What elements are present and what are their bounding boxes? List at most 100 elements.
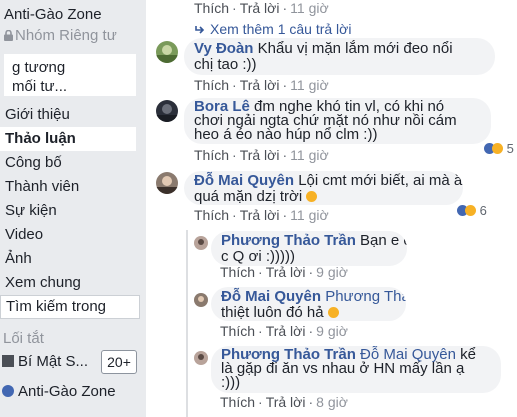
comment-text: quá mặn dzị trời bbox=[194, 188, 303, 205]
comment-bubble: Đỗ Mai Quyên Lội cmt mới biết, ai mà ăn … bbox=[184, 171, 463, 205]
view-more-replies-label: Xem thêm 1 câu trả lời bbox=[210, 21, 352, 37]
comment-actions: Thích · Trả lời · 9 giờ bbox=[220, 264, 348, 280]
tagged-user-link[interactable]: Phương Thảo Trần bbox=[325, 288, 406, 305]
reply-link[interactable]: Trả lời bbox=[240, 77, 280, 93]
nav-watch-party[interactable]: Xem chung bbox=[0, 271, 146, 295]
reply-bubble: Phương Thảo Trần Đỗ Mai Quyên kể là gặp … bbox=[211, 346, 501, 393]
comment-time[interactable]: 8 giờ bbox=[316, 394, 348, 410]
view-more-replies-link[interactable]: Xem thêm 1 câu trả lời bbox=[194, 21, 351, 37]
nav-discussion[interactable]: Thảo luận bbox=[0, 127, 136, 151]
comment-text: là gặp đi ăn vs nhau ở HN mấy lần ạ bbox=[221, 360, 465, 377]
haha-reaction-icon bbox=[465, 205, 476, 216]
reply-link[interactable]: Trả lời bbox=[266, 394, 306, 410]
like-link[interactable]: Thích bbox=[194, 207, 229, 223]
comment-actions: Thích · Trả lời · 9 giờ bbox=[220, 323, 348, 339]
haha-reaction-icon bbox=[492, 143, 503, 154]
reaction-summary[interactable]: 5 bbox=[484, 141, 514, 156]
group-privacy: Nhóm Riêng tư bbox=[4, 27, 117, 44]
comment-time[interactable]: 9 giờ bbox=[316, 264, 348, 280]
nav-members[interactable]: Thành viên bbox=[0, 175, 146, 199]
laughing-emoji-icon bbox=[327, 307, 339, 318]
like-link[interactable]: Thích bbox=[194, 0, 229, 16]
avatar[interactable] bbox=[194, 236, 208, 250]
comment-text: Bạn e cx kể y hệt bbox=[360, 232, 407, 249]
nav-videos[interactable]: Video bbox=[0, 223, 146, 247]
nav-events[interactable]: Sự kiện bbox=[0, 199, 146, 223]
comment-time[interactable]: 11 giờ bbox=[290, 207, 329, 223]
avatar-image bbox=[156, 100, 178, 122]
cover-text-line: mối tư... bbox=[12, 78, 68, 95]
reaction-count: 6 bbox=[479, 203, 487, 218]
like-link[interactable]: Thích bbox=[220, 394, 255, 410]
group-search-input[interactable]: Tìm kiếm trong bbox=[0, 295, 140, 319]
group-thumbnail-icon bbox=[2, 355, 14, 367]
reply-link[interactable]: Trả lời bbox=[266, 323, 306, 339]
reply-link[interactable]: Trả lời bbox=[240, 0, 280, 16]
laughing-emoji-icon bbox=[306, 191, 318, 202]
avatar[interactable] bbox=[156, 41, 178, 63]
comment-text: chị tao :)) bbox=[194, 56, 257, 73]
comment-thread: Thích · Trả lời · 11 giờ Xem thêm 1 câu trả … bbox=[146, 0, 517, 417]
reaction-count: 5 bbox=[506, 141, 514, 156]
shortcut-label: Bí Mật S... bbox=[18, 353, 89, 370]
reply-arrow-icon bbox=[195, 26, 205, 34]
commenter-name[interactable]: Đỗ Mai Quyên bbox=[221, 288, 321, 305]
like-link[interactable]: Thích bbox=[194, 77, 229, 93]
comment-actions: Thích · Trả lời · 8 giờ bbox=[220, 394, 348, 410]
reply-link[interactable]: Trả lời bbox=[240, 207, 280, 223]
avatar[interactable] bbox=[156, 172, 178, 194]
group-nav: Giới thiệu Thảo luận Công bố Thành viên … bbox=[0, 103, 146, 295]
reaction-summary[interactable]: 6 bbox=[457, 203, 487, 218]
shortcut-item[interactable]: Bí Mật S... bbox=[2, 353, 88, 370]
group-logo-icon bbox=[2, 385, 14, 397]
comment-text: thiệt luôn đó hả bbox=[221, 304, 324, 321]
avatar-image bbox=[194, 236, 208, 250]
lock-icon bbox=[4, 30, 13, 41]
like-link[interactable]: Thích bbox=[194, 147, 229, 163]
comment-text: c Q ơi :))))) bbox=[221, 248, 295, 265]
comment-actions: Thích · Trả lời · 11 giờ bbox=[194, 147, 329, 163]
comment-time[interactable]: 9 giờ bbox=[316, 323, 348, 339]
avatar-image bbox=[194, 293, 208, 307]
comment-bubble: Vy Đoàn Khẩu vị mặn lắm mới đeo nổi chị … bbox=[184, 38, 495, 75]
like-link[interactable]: Thích bbox=[220, 323, 255, 339]
comment-text: heo á éo nào húp nổ clm :)) bbox=[194, 126, 378, 143]
commenter-name[interactable]: Phương Thảo Trần bbox=[221, 232, 356, 249]
comment-text: Khẩu vị mặn lắm mới đeo nổi bbox=[257, 40, 453, 57]
comment-time[interactable]: 11 giờ bbox=[290, 77, 329, 93]
avatar-image bbox=[194, 351, 208, 365]
commenter-name[interactable]: Vy Đoàn bbox=[194, 40, 253, 57]
avatar[interactable] bbox=[156, 100, 178, 122]
like-link[interactable]: Thích bbox=[220, 264, 255, 280]
shortcuts-heading: Lối tắt bbox=[3, 330, 44, 347]
comment-time[interactable]: 11 giờ bbox=[290, 0, 329, 16]
nav-photos[interactable]: Ảnh bbox=[0, 247, 146, 271]
comment-actions: Thích · Trả lời · 11 giờ bbox=[194, 207, 329, 223]
cover-text-line: g tương bbox=[12, 59, 66, 76]
comment-bubble: Bora Lê đm nghe khó tin vl, có khi nó ch… bbox=[184, 98, 491, 144]
reply-link[interactable]: Trả lời bbox=[266, 264, 306, 280]
comment-actions: Thích · Trả lời · 11 giờ bbox=[194, 0, 329, 16]
shortcut-item[interactable]: Anti-Gào Zone bbox=[2, 383, 116, 400]
left-sidebar: Anti-Gào Zone Nhóm Riêng tư g tương mối … bbox=[0, 0, 146, 417]
comment-time[interactable]: 11 giờ bbox=[290, 147, 329, 163]
comment-text: Lội cmt mới biết, ai mà ăn bbox=[298, 172, 463, 189]
comment-actions: Thích · Trả lời · 11 giờ bbox=[194, 77, 329, 93]
avatar[interactable] bbox=[194, 351, 208, 365]
reply-bubble: Phương Thảo Trần Bạn e cx kể y hệt c Q ơ… bbox=[211, 231, 407, 266]
shortcut-count-badge: 20+ bbox=[101, 350, 137, 374]
avatar[interactable] bbox=[194, 293, 208, 307]
commenter-name[interactable]: Đỗ Mai Quyên bbox=[194, 172, 294, 189]
group-title[interactable]: Anti-Gào Zone bbox=[4, 6, 102, 23]
avatar-image bbox=[156, 41, 178, 63]
nav-about[interactable]: Giới thiệu bbox=[0, 103, 146, 127]
group-privacy-label: Nhóm Riêng tư bbox=[15, 27, 117, 44]
shortcut-label: Anti-Gào Zone bbox=[18, 383, 116, 400]
reply-bubble: Đỗ Mai Quyên Phương Thảo Trần thiệt luôn… bbox=[211, 287, 406, 321]
group-cover-preview[interactable]: g tương mối tư... bbox=[4, 54, 136, 96]
reply-link[interactable]: Trả lời bbox=[240, 147, 280, 163]
reply-thread-line bbox=[186, 230, 188, 417]
comment-text: :))) bbox=[221, 374, 241, 391]
nav-announcements[interactable]: Công bố bbox=[0, 151, 146, 175]
avatar-image bbox=[156, 172, 178, 194]
